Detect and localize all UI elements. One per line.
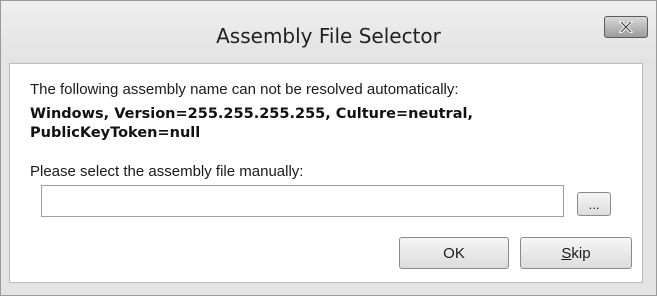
select-file-prompt: Please select the assembly file manually… bbox=[30, 163, 304, 180]
dialog-title: Assembly File Selector bbox=[216, 24, 441, 48]
assembly-name-line-1: Windows, Version=255.255.255.255, Cultur… bbox=[30, 106, 473, 122]
close-icon bbox=[619, 21, 633, 33]
ok-button-label: OK bbox=[443, 244, 465, 262]
skip-button-label: kip bbox=[571, 244, 591, 262]
skip-mnemonic: S bbox=[561, 244, 572, 262]
assembly-file-path-input[interactable] bbox=[41, 185, 564, 217]
skip-button[interactable]: Skip bbox=[520, 237, 632, 269]
browse-button-label: ... bbox=[588, 196, 600, 212]
title-bar: Assembly File Selector bbox=[1, 1, 656, 63]
close-button[interactable] bbox=[604, 16, 648, 38]
assembly-file-selector-dialog: Assembly File Selector The following ass… bbox=[0, 0, 657, 296]
browse-button[interactable]: ... bbox=[577, 192, 611, 216]
ok-button[interactable]: OK bbox=[399, 237, 509, 269]
assembly-name-line-2: PublicKeyToken=null bbox=[30, 125, 201, 141]
unresolved-message: The following assembly name can not be r… bbox=[30, 81, 459, 98]
